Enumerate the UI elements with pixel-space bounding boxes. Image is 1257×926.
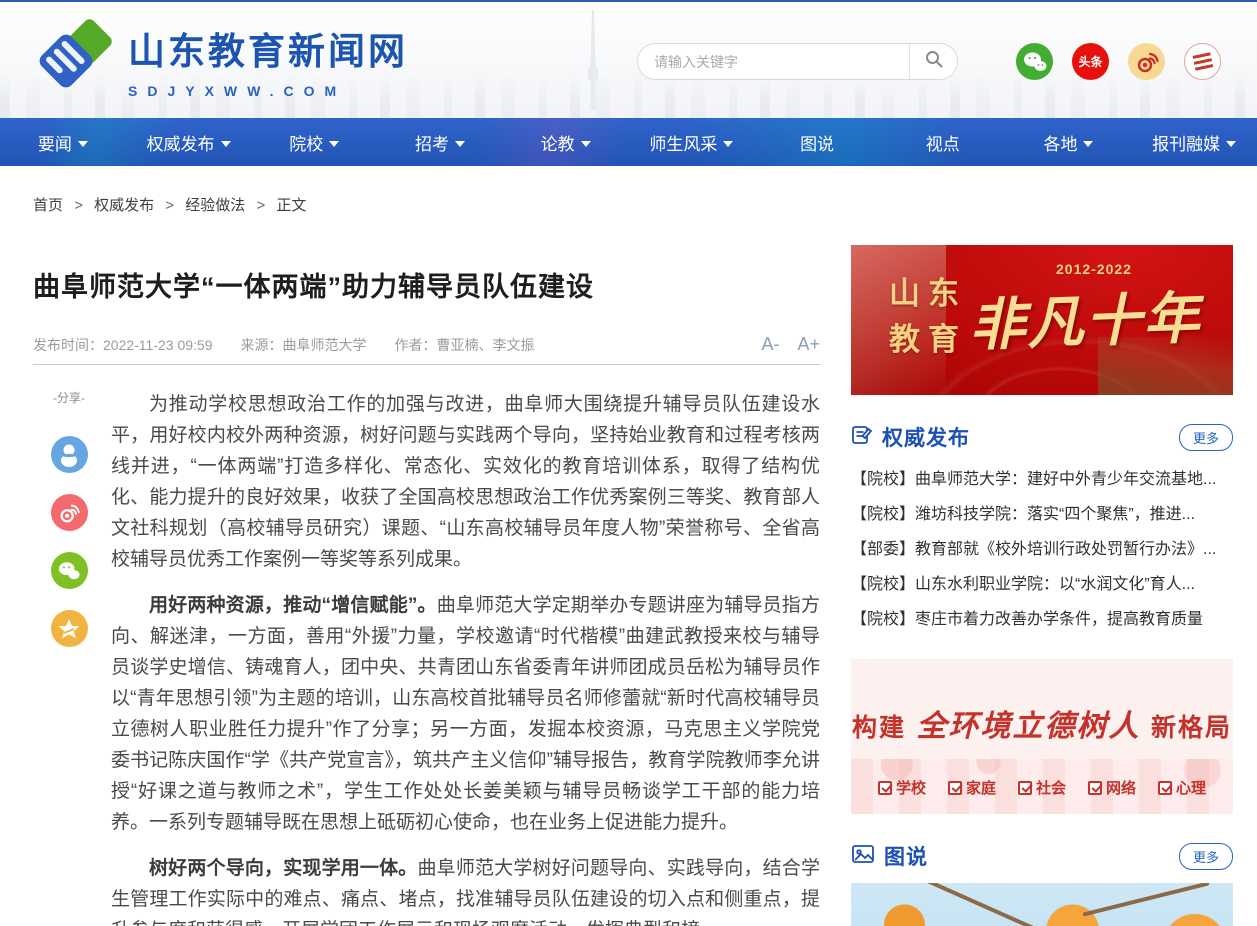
chevron-down-icon: [723, 141, 733, 147]
breadcrumb-section[interactable]: 权威发布: [94, 197, 154, 214]
nav-item-yaowen[interactable]: 要闻: [0, 118, 126, 166]
weibo-share-icon[interactable]: [51, 494, 88, 531]
article-body: 为推动学校思想政治工作的加强与改进，曲阜师大围绕提升辅导员队伍建设水平，用好校内…: [111, 389, 820, 926]
qzone-share-icon[interactable]: [51, 610, 88, 647]
check-icon: [948, 781, 962, 795]
breadcrumb-home[interactable]: 首页: [33, 197, 63, 214]
chevron-down-icon: [78, 141, 88, 147]
news-doc-icon: [851, 424, 873, 451]
section-title-pictorial: 图说: [884, 841, 928, 871]
chevron-down-icon: [1083, 141, 1093, 147]
meta-divider: [33, 364, 820, 365]
chevron-down-icon: [1226, 141, 1236, 147]
article-meta: 发布时间：2022-11-23 09:59 来源：曲阜师范大学 作者：曹亚楠、李…: [33, 334, 820, 355]
font-decrease-button[interactable]: A-: [761, 334, 779, 355]
chevron-down-icon: [329, 141, 339, 147]
wechat-share-icon[interactable]: [51, 552, 88, 589]
env-banner-main: 全环境立德树人: [917, 710, 1141, 743]
pictorial-section-header: 图说 更多: [851, 841, 1233, 871]
article-column: 曲阜师范大学“一体两端”助力辅导员队伍建设 发布时间：2022-11-23 09…: [33, 245, 820, 926]
nav-item-zhaokao[interactable]: 招考: [377, 118, 503, 166]
env-tag: 心理: [1158, 777, 1206, 798]
site-logo[interactable]: 山东教育新闻网 SDJYXWW.COM: [38, 18, 408, 101]
authoritative-section-header: 权威发布 更多: [851, 422, 1233, 452]
nav-item-baokanrongmei[interactable]: 报刊融媒: [1131, 118, 1257, 166]
publish-time: 发布时间：2022-11-23 09:59: [33, 335, 213, 355]
env-tag: 网络: [1088, 777, 1136, 798]
site-domain: SDJYXWW.COM: [128, 83, 408, 99]
qq-share-icon[interactable]: [51, 436, 88, 473]
environment-banner[interactable]: 构建 全环境立德树人 新格局 学校 家庭 社会 网络 心理: [851, 659, 1233, 814]
banner-region-line2: 教育: [889, 317, 967, 363]
share-label: -分享-: [33, 389, 105, 406]
weibo-icon[interactable]: [1128, 43, 1165, 80]
picture-icon: [851, 843, 875, 870]
env-tag: 学校: [878, 777, 926, 798]
check-icon: [1018, 781, 1032, 795]
breadcrumb: 首页 > 权威发布 > 经验做法 > 正文: [33, 194, 1257, 215]
toutiao-label: 头条: [1078, 53, 1102, 70]
breadcrumb-current: 正文: [276, 197, 306, 214]
banner-slogan: 非凡十年: [968, 273, 1203, 362]
site-name: 山东教育新闻网: [128, 21, 408, 75]
sdjyxww-logo-icon[interactable]: [1184, 43, 1221, 80]
chevron-down-icon: [221, 141, 231, 147]
nav-item-lunjiao[interactable]: 论教: [503, 118, 629, 166]
search-icon: [924, 49, 944, 74]
site-logo-icon: [38, 18, 114, 101]
list-item[interactable]: 【部委】教育部就《校外培训行政处罚暂行办法》...: [851, 532, 1233, 567]
check-icon: [1088, 781, 1102, 795]
more-button-authoritative[interactable]: 更多: [1179, 424, 1233, 451]
list-item[interactable]: 【院校】枣庄市着力改善办学条件，提高教育质量: [851, 602, 1233, 637]
wechat-icon[interactable]: [1016, 43, 1053, 80]
pictorial-photo-persimmons[interactable]: [851, 883, 1233, 926]
section-title-authoritative: 权威发布: [882, 422, 970, 452]
authoritative-list: 【院校】曲阜师范大学：建好中外青少年交流基地... 【院校】潍坊科技学院：落实“…: [851, 462, 1233, 637]
more-button-pictorial[interactable]: 更多: [1179, 843, 1233, 870]
paragraph: 用好两种资源，推动“增信赋能”。曲阜师范大学定期举办专题讲座为辅导员指方向、解迷…: [111, 590, 820, 838]
nav-item-gedi[interactable]: 各地: [1006, 118, 1132, 166]
env-banner-suffix: 新格局: [1151, 714, 1232, 742]
check-icon: [1158, 781, 1172, 795]
toutiao-icon[interactable]: 头条: [1072, 43, 1109, 80]
page-title: 曲阜师范大学“一体两端”助力辅导员队伍建设: [33, 265, 820, 304]
site-header: 山东教育新闻网 SDJYXWW.COM 头条: [0, 2, 1257, 118]
share-rail: -分享-: [33, 389, 105, 926]
nav-item-tushuo[interactable]: 图说: [754, 118, 880, 166]
banner-region-line1: 山东: [889, 271, 967, 317]
list-item[interactable]: 【院校】山东水利职业学院：以“水润文化”育人...: [851, 567, 1233, 602]
main-nav: 要闻 权威发布 院校 招考 论教 师生风采 图说 视点 各地 报刊融媒: [0, 118, 1257, 166]
env-tag: 家庭: [948, 777, 996, 798]
chevron-down-icon: [581, 141, 591, 147]
list-item[interactable]: 【院校】曲阜师范大学：建好中外青少年交流基地...: [851, 462, 1233, 497]
nav-item-shishengfengcai[interactable]: 师生风采: [629, 118, 755, 166]
paragraph: 为推动学校思想政治工作的加强与改进，曲阜师大围绕提升辅导员队伍建设水平，用好校内…: [111, 389, 820, 575]
paragraph: 树好两个导向，实现学用一体。曲阜师范大学树好问题导向、实践导向，结合学生管理工作…: [111, 853, 820, 926]
nav-item-shidian[interactable]: 视点: [880, 118, 1006, 166]
sidebar: 山东 教育 2012-2022 非凡十年 权威发布 更多 【院校】曲阜师范大学：…: [851, 245, 1233, 926]
decade-banner[interactable]: 山东 教育 2012-2022 非凡十年: [851, 245, 1233, 395]
article-author: 作者：曹亚楠、李文振: [395, 335, 535, 355]
search-bar: [637, 43, 958, 80]
article-source: 来源：曲阜师范大学: [241, 335, 367, 355]
list-item[interactable]: 【院校】潍坊科技学院：落实“四个聚焦”，推进...: [851, 497, 1233, 532]
banner-years: 2012-2022: [1056, 261, 1132, 277]
search-button[interactable]: [909, 44, 957, 79]
chevron-down-icon: [455, 141, 465, 147]
env-tag: 社会: [1018, 777, 1066, 798]
font-increase-button[interactable]: A+: [797, 334, 820, 355]
search-input[interactable]: [638, 44, 909, 79]
breadcrumb-subsection[interactable]: 经验做法: [185, 197, 245, 214]
env-banner-prefix: 构建: [852, 714, 906, 742]
nav-item-yuanxiao[interactable]: 院校: [251, 118, 377, 166]
nav-item-quanweifabu[interactable]: 权威发布: [126, 118, 252, 166]
social-links: 头条: [1016, 43, 1221, 80]
check-icon: [878, 781, 892, 795]
